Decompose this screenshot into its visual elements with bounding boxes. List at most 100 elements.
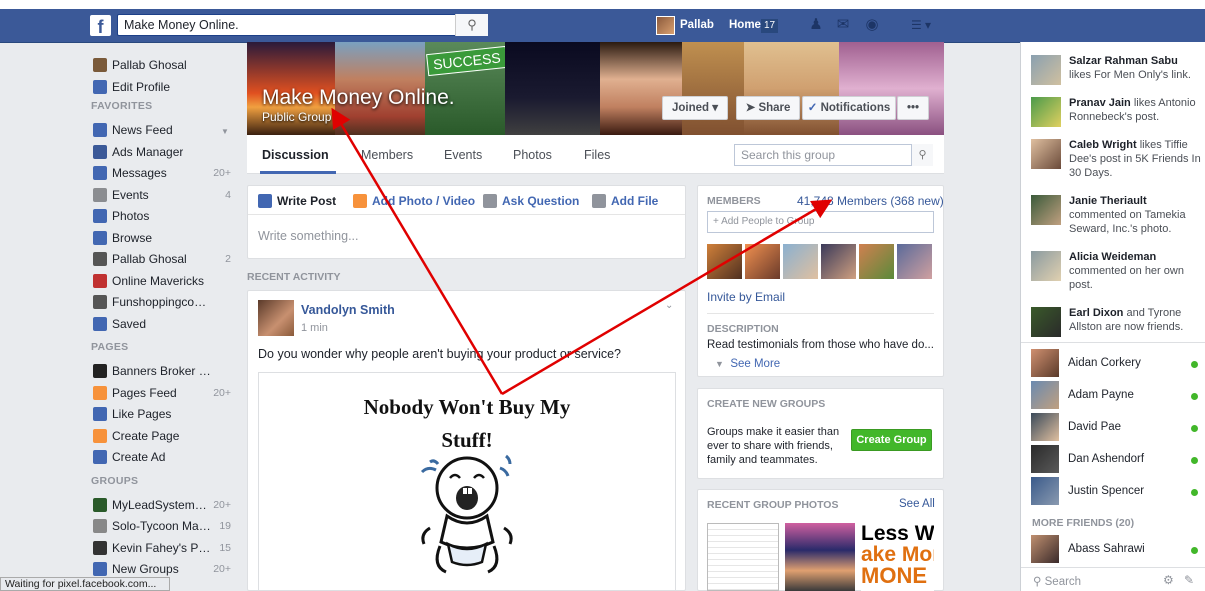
chevron-down-icon[interactable]: ▼: [221, 127, 229, 136]
left-nav-item[interactable]: News Feed: [91, 120, 241, 140]
ticker-avatar[interactable]: [1031, 97, 1061, 127]
member-thumb[interactable]: [745, 244, 780, 279]
ticker-story[interactable]: Earl Dixon and Tyrone Allston are now fr…: [1069, 306, 1201, 334]
left-nav-item[interactable]: Online Mavericks: [91, 271, 241, 291]
left-nav-item[interactable]: Create Ad: [91, 447, 241, 467]
left-nav-item[interactable]: Funshoppingcoach: [91, 292, 241, 312]
left-nav-item[interactable]: Edit Profile: [91, 77, 241, 97]
left-nav-item[interactable]: Saved: [91, 314, 241, 334]
facebook-logo[interactable]: f: [90, 15, 111, 37]
messages-icon[interactable]: ✉: [832, 16, 854, 34]
member-thumb[interactable]: [821, 244, 856, 279]
create-group-button[interactable]: Create Group: [851, 429, 932, 451]
add-photo-tab[interactable]: Add Photo / Video: [372, 194, 475, 208]
left-nav-item[interactable]: Events 4: [91, 185, 241, 205]
chat-avatar[interactable]: [1031, 477, 1059, 505]
ticker-name[interactable]: Caleb Wright: [1069, 139, 1137, 151]
ticker-name[interactable]: Pranav Jain: [1069, 97, 1131, 109]
left-nav-item[interactable]: Create Page: [91, 426, 241, 446]
left-nav-item[interactable]: Like Pages: [91, 404, 241, 424]
tab-members[interactable]: Members: [361, 148, 413, 162]
friend-requests-icon[interactable]: ♟: [805, 16, 827, 34]
new-message-icon[interactable]: ✎: [1184, 573, 1194, 587]
chat-contact[interactable]: Aidan Corkery: [1068, 357, 1141, 369]
chat-contact[interactable]: David Pae: [1068, 421, 1121, 433]
ticker-name[interactable]: Earl Dixon: [1069, 307, 1123, 319]
ticker-avatar[interactable]: [1031, 139, 1061, 169]
member-thumb[interactable]: [707, 244, 742, 279]
member-thumb[interactable]: [783, 244, 818, 279]
joined-button[interactable]: Joined ▾: [662, 96, 728, 120]
share-button[interactable]: ➤ Share: [736, 96, 800, 120]
ticker-story[interactable]: Salzar Rahman Sabu likes For Men Only's …: [1069, 54, 1201, 82]
invite-by-email-link[interactable]: Invite by Email: [707, 290, 785, 304]
notifications-button[interactable]: ✓ Notifications: [802, 96, 896, 120]
left-nav-item[interactable]: Messages 20+: [91, 163, 241, 183]
ask-question-tab[interactable]: Ask Question: [502, 194, 579, 208]
add-file-tab[interactable]: Add File: [611, 194, 658, 208]
group-search-input[interactable]: Search this group: [741, 148, 835, 162]
ticker-avatar[interactable]: [1031, 307, 1061, 337]
see-all-link[interactable]: See All: [899, 498, 935, 510]
search-input[interactable]: Make Money Online.: [124, 18, 239, 32]
ticker-name[interactable]: Alicia Weideman: [1069, 251, 1156, 263]
post-author-name[interactable]: Vandolyn Smith: [301, 303, 395, 317]
ticker-avatar[interactable]: [1031, 195, 1061, 225]
left-nav-item[interactable]: MyLeadSystemPR... 20+: [91, 495, 241, 515]
members-count-link[interactable]: 41,748 Members (368 new): [797, 194, 944, 208]
chat-search-input[interactable]: ⚲ Search: [1033, 574, 1081, 588]
composer-input[interactable]: Write something...: [258, 229, 359, 243]
group-name[interactable]: Make Money Online.: [262, 86, 455, 110]
left-nav-item[interactable]: Pages Feed 20+: [91, 383, 241, 403]
home-link[interactable]: Home: [729, 19, 761, 31]
member-thumb[interactable]: [897, 244, 932, 279]
group-photo-spreadsheet[interactable]: [707, 523, 779, 591]
left-nav-item[interactable]: Solo-Tycoon Maste... 19: [91, 516, 241, 536]
privacy-menu-icon[interactable]: ☰ ▾: [903, 16, 939, 34]
group-search-icon[interactable]: ⚲: [911, 144, 933, 166]
left-nav-item[interactable]: Pallab Ghosal 2: [91, 249, 241, 269]
chat-contact[interactable]: Justin Spencer: [1068, 485, 1144, 497]
left-nav-item[interactable]: Kevin Fahey's PRIV... 15: [91, 538, 241, 558]
chat-avatar[interactable]: [1031, 535, 1059, 563]
more-options-button[interactable]: •••: [897, 96, 929, 120]
ticker-avatar[interactable]: [1031, 251, 1061, 281]
globe-notifications-icon[interactable]: ◉: [861, 16, 883, 34]
left-nav-item[interactable]: Pallab Ghosal: [91, 55, 241, 75]
chat-avatar[interactable]: [1031, 349, 1059, 377]
ticker-avatar[interactable]: [1031, 55, 1061, 85]
tab-discussion[interactable]: Discussion: [262, 148, 329, 162]
user-avatar[interactable]: [656, 16, 675, 35]
chat-contact[interactable]: Adam Payne: [1068, 389, 1134, 401]
ticker-story[interactable]: Janie Theriault commented on Tamekia Sew…: [1069, 194, 1201, 236]
left-nav-item[interactable]: Browse: [91, 228, 241, 248]
left-nav-item[interactable]: Banners Broker India: [91, 361, 241, 381]
tab-events[interactable]: Events: [444, 148, 482, 162]
left-nav-item[interactable]: Photos: [91, 206, 241, 226]
chat-avatar[interactable]: [1031, 413, 1059, 441]
group-photo-money[interactable]: Less Wo ake Mor MONE: [861, 523, 934, 591]
tab-photos[interactable]: Photos: [513, 148, 552, 162]
write-post-tab[interactable]: Write Post: [277, 194, 336, 208]
ticker-name[interactable]: Salzar Rahman Sabu: [1069, 55, 1178, 67]
chat-settings-gear-icon[interactable]: ⚙: [1163, 573, 1174, 587]
user-name-link[interactable]: Pallab: [680, 19, 714, 31]
tab-files[interactable]: Files: [584, 148, 610, 162]
group-photo-couple[interactable]: [785, 523, 855, 591]
see-more-link[interactable]: ▼ See More: [715, 358, 780, 370]
chat-avatar[interactable]: [1031, 381, 1059, 409]
chat-contact[interactable]: Abass Sahrawi: [1068, 543, 1145, 555]
chat-contact[interactable]: Dan Ashendorf: [1068, 453, 1144, 465]
post-author-avatar[interactable]: [258, 300, 294, 336]
left-nav-item[interactable]: New Groups 20+: [91, 559, 241, 579]
member-thumb[interactable]: [859, 244, 894, 279]
ticker-story[interactable]: Pranav Jain likes Antonio Ronnebeck's po…: [1069, 96, 1201, 124]
ticker-name[interactable]: Janie Theriault: [1069, 195, 1147, 207]
ticker-story[interactable]: Caleb Wright likes Tiffie Dee's post in …: [1069, 138, 1201, 180]
post-time[interactable]: 1 min: [301, 322, 328, 334]
add-people-input[interactable]: + Add People to Group: [707, 211, 934, 233]
ticker-story[interactable]: Alicia Weideman commented on her own pos…: [1069, 250, 1201, 292]
search-icon[interactable]: ⚲: [455, 14, 488, 36]
post-menu-chevron-icon[interactable]: ⌄: [665, 300, 673, 311]
left-nav-item[interactable]: Ads Manager: [91, 142, 241, 162]
